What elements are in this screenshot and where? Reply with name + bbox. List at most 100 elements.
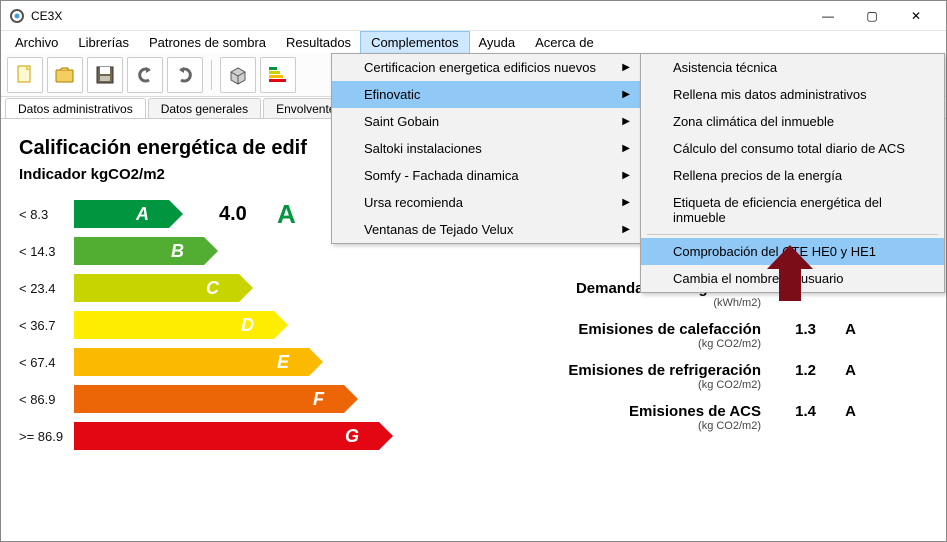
dropdown-item-label: Ursa recomienda	[364, 195, 463, 210]
metric-unit: (kWh/m2)	[501, 297, 761, 309]
box-button[interactable]	[220, 57, 256, 93]
open-folder-button[interactable]	[47, 57, 83, 93]
chevron-right-icon: ▶	[622, 197, 630, 208]
threshold-d: < 36.7	[19, 318, 74, 333]
bar-e: E	[74, 348, 309, 376]
toolbar-separator	[211, 60, 212, 90]
undo-button[interactable]	[127, 57, 163, 93]
red-arrow-annotation	[767, 245, 813, 301]
chevron-right-icon: ▶	[622, 143, 630, 154]
complementos-dropdown: Certificacion energetica edificios nuevo…	[331, 53, 641, 244]
metric-value: 1.3	[761, 321, 816, 338]
dropdown-item-label: Rellena mis datos administrativos	[673, 87, 867, 102]
dropdown-item-label: Etiqueta de eficiencia energética del in…	[673, 195, 916, 225]
dropdown-item-label: Ventanas de Tejado Velux	[364, 222, 513, 237]
submenu-rellena-precios[interactable]: Rellena precios de la energía	[641, 162, 944, 189]
bar-d-label: D	[241, 315, 254, 336]
dropdown-item-somfy[interactable]: Somfy - Fachada dinamica▶	[332, 162, 640, 189]
threshold-c: < 23.4	[19, 281, 74, 296]
menu-acerca[interactable]: Acerca de	[525, 32, 604, 53]
threshold-e: < 67.4	[19, 355, 74, 370]
bar-d: D	[74, 311, 274, 339]
save-button[interactable]	[87, 57, 123, 93]
threshold-g: >= 86.9	[19, 429, 74, 444]
tab-datos-generales[interactable]: Datos generales	[148, 98, 261, 118]
chevron-right-icon: ▶	[622, 224, 630, 235]
redo-icon	[174, 64, 196, 86]
menu-librerias[interactable]: Librerías	[68, 32, 139, 53]
menu-patrones[interactable]: Patrones de sombra	[139, 32, 276, 53]
dropdown-item-label: Cambia el nombre de usuario	[673, 271, 844, 286]
metric-letter: A	[816, 403, 856, 420]
bar-c: C	[74, 274, 239, 302]
submenu-asistencia[interactable]: Asistencia técnica	[641, 54, 944, 81]
metric-value: 1.4	[761, 403, 816, 420]
dropdown-item-certificacion[interactable]: Certificacion energetica edificios nuevo…	[332, 54, 640, 81]
undo-icon	[134, 64, 156, 86]
dropdown-item-label: Rellena precios de la energía	[673, 168, 842, 183]
submenu-calculo-acs[interactable]: Cálculo del consumo total diario de ACS	[641, 135, 944, 162]
app-title: CE3X	[31, 9, 62, 23]
app-icon	[9, 8, 25, 24]
maximize-button[interactable]: ▢	[850, 1, 894, 31]
submenu-rellena-datos[interactable]: Rellena mis datos administrativos	[641, 81, 944, 108]
chevron-right-icon: ▶	[622, 170, 630, 181]
menu-ayuda[interactable]: Ayuda	[469, 32, 526, 53]
pointer-letter: A	[277, 199, 296, 230]
dropdown-item-label: Zona climática del inmueble	[673, 114, 834, 129]
menu-complementos[interactable]: Complementos	[361, 32, 468, 53]
metric-unit: (kg CO2/m2)	[501, 420, 761, 432]
titlebar: CE3X — ▢ ✕	[1, 1, 946, 31]
dropdown-separator	[647, 234, 938, 235]
metric-row: Emisiones de refrigeración(kg CO2/m2)1.2…	[501, 362, 901, 391]
dropdown-item-efinovatic[interactable]: Efinovatic ▶	[332, 81, 640, 108]
dropdown-item-label: Cálculo del consumo total diario de ACS	[673, 141, 905, 156]
metric-row: Emisiones de calefacción(kg CO2/m2)1.3A	[501, 321, 901, 350]
dropdown-item-velux[interactable]: Ventanas de Tejado Velux ▶	[332, 216, 640, 243]
new-file-icon	[14, 64, 36, 86]
minimize-button[interactable]: —	[806, 1, 850, 31]
dropdown-item-label: Saltoki instalaciones	[364, 141, 482, 156]
threshold-f: < 86.9	[19, 392, 74, 407]
bar-a: A	[74, 200, 169, 228]
metric-letter: A	[816, 321, 856, 338]
bar-f-label: F	[313, 389, 324, 410]
dropdown-item-saltoki[interactable]: Saltoki instalaciones ▶	[332, 135, 640, 162]
bar-f: F	[74, 385, 344, 413]
submenu-zona-climatica[interactable]: Zona climática del inmueble	[641, 108, 944, 135]
metric-unit: (kg CO2/m2)	[501, 379, 761, 391]
dropdown-item-label: Efinovatic	[364, 87, 420, 102]
save-icon	[94, 64, 116, 86]
bar-b: B	[74, 237, 204, 265]
metric-value: 1.2	[761, 362, 816, 379]
bar-e-label: E	[277, 352, 289, 373]
dropdown-item-label: Asistencia técnica	[673, 60, 777, 75]
energy-label-button[interactable]	[260, 57, 296, 93]
dropdown-item-ursa[interactable]: Ursa recomienda ▶	[332, 189, 640, 216]
dropdown-item-saint-gobain[interactable]: Saint Gobain ▶	[332, 108, 640, 135]
dropdown-item-label: Saint Gobain	[364, 114, 439, 129]
menu-archivo[interactable]: Archivo	[5, 32, 68, 53]
menubar: Archivo Librerías Patrones de sombra Res…	[1, 31, 946, 53]
bar-g: G	[74, 422, 379, 450]
chevron-right-icon: ▶	[622, 89, 630, 100]
chevron-right-icon: ▶	[622, 116, 630, 127]
tab-datos-administrativos[interactable]: Datos administrativos	[5, 98, 146, 118]
submenu-etiqueta[interactable]: Etiqueta de eficiencia energética del in…	[641, 189, 944, 231]
metric-letter: A	[816, 362, 856, 379]
menu-resultados[interactable]: Resultados	[276, 32, 361, 53]
dropdown-item-label: Certificacion energetica edificios nuevo…	[364, 60, 596, 75]
close-button[interactable]: ✕	[894, 1, 938, 31]
metric-name: Emisiones de calefacción	[578, 321, 761, 338]
threshold-a: < 8.3	[19, 207, 74, 222]
energy-label-icon	[267, 64, 289, 86]
redo-button[interactable]	[167, 57, 203, 93]
threshold-b: < 14.3	[19, 244, 74, 259]
metric-unit: (kg CO2/m2)	[501, 338, 761, 350]
new-file-button[interactable]	[7, 57, 43, 93]
metric-name: Emisiones de refrigeración	[568, 362, 761, 379]
bar-c-label: C	[206, 278, 219, 299]
bar-g-label: G	[345, 426, 359, 447]
bar-a-label: A	[136, 204, 149, 225]
bar-b-label: B	[171, 241, 184, 262]
